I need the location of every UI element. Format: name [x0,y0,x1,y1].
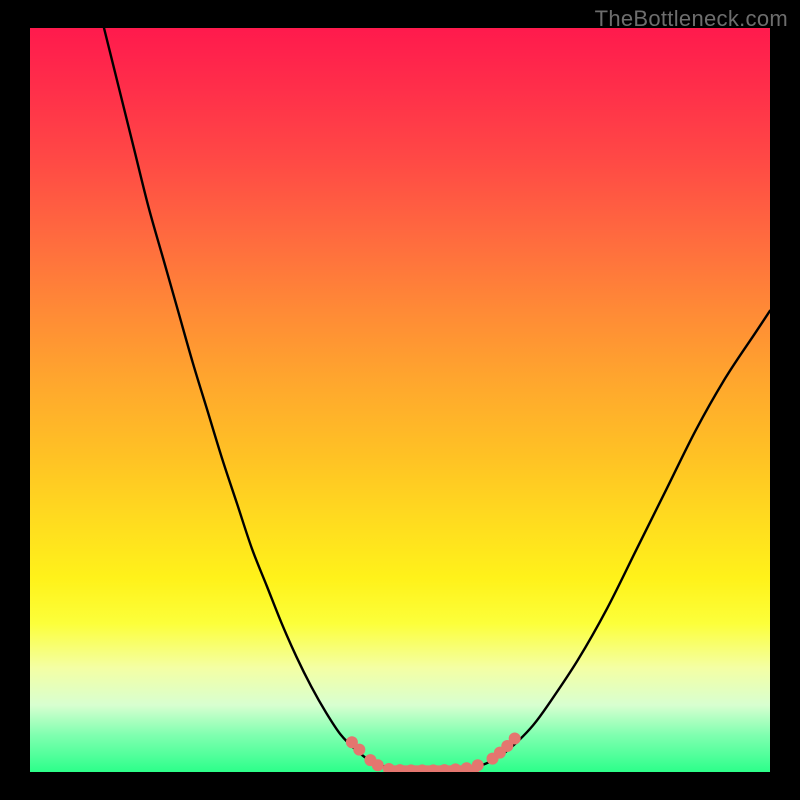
curve-layer [30,28,770,772]
curve-marker [450,763,462,772]
curve-marker [509,733,521,745]
curve-marker [461,762,473,772]
curve-markers [346,733,521,772]
curve-marker [438,764,450,772]
curve-marker [383,763,395,772]
plot-area [30,28,770,772]
curve-marker [394,764,406,772]
curve-marker [472,759,484,771]
curve-marker [353,744,365,756]
chart-frame: TheBottleneck.com [0,0,800,800]
bottleneck-curve [104,28,770,771]
curve-marker [372,759,384,771]
